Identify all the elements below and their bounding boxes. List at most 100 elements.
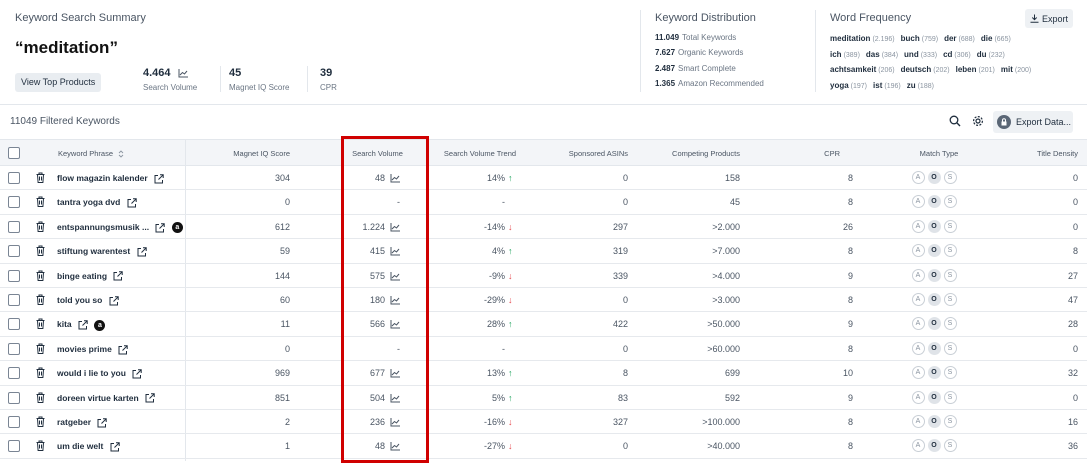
external-link-icon[interactable] — [145, 393, 155, 403]
match-type-a[interactable]: A — [911, 195, 925, 209]
line-chart-icon[interactable] — [390, 247, 400, 256]
match-type-o[interactable]: O — [927, 244, 941, 258]
trash-icon[interactable] — [36, 270, 45, 281]
match-type-a[interactable]: A — [911, 244, 925, 258]
header-search-volume-trend[interactable]: Search Volume Trend — [430, 149, 530, 158]
select-all-checkbox[interactable] — [8, 147, 20, 159]
search-icon[interactable] — [949, 115, 961, 127]
match-type-o[interactable]: O — [927, 317, 941, 331]
view-top-products-button[interactable]: View Top Products — [15, 73, 102, 92]
row-checkbox[interactable] — [8, 367, 20, 380]
line-chart-icon[interactable] — [390, 393, 400, 403]
row-checkbox[interactable] — [8, 440, 20, 453]
match-type-o[interactable]: O — [927, 415, 941, 428]
row-checkbox[interactable] — [8, 196, 20, 209]
match-type-s[interactable]: S — [943, 244, 957, 258]
match-type-o[interactable]: O — [927, 390, 941, 404]
table-row[interactable]: ratgeber 2 236 -16% ↓ 327 >100.000 8 AOS… — [0, 410, 1087, 435]
match-type-s[interactable]: S — [943, 439, 957, 453]
match-type-a[interactable]: A — [911, 171, 925, 184]
keyword-phrase[interactable]: entspannungsmusik ... a — [57, 222, 183, 234]
external-link-icon[interactable] — [154, 174, 164, 184]
trash-icon[interactable] — [36, 367, 45, 379]
line-chart-icon[interactable] — [390, 369, 400, 378]
match-type-s[interactable]: S — [943, 219, 957, 233]
match-type-s[interactable]: S — [943, 293, 957, 306]
header-search-volume[interactable]: Search Volume — [335, 149, 420, 158]
keyword-phrase[interactable]: stiftung warentest — [57, 246, 147, 257]
match-type-s[interactable]: S — [943, 317, 957, 331]
table-row[interactable]: stiftung warentest 59 415 4% ↑ 319 >7.00… — [0, 239, 1087, 264]
line-chart-icon[interactable] — [390, 222, 400, 232]
trash-icon[interactable] — [36, 245, 45, 257]
match-type-s[interactable]: S — [943, 341, 957, 355]
keyword-phrase[interactable]: um die welt — [57, 441, 120, 452]
keyword-phrase[interactable]: movies prime — [57, 344, 128, 355]
keyword-phrase[interactable]: tantra yoga dvd — [57, 197, 137, 208]
external-link-icon[interactable] — [110, 442, 120, 452]
keyword-phrase[interactable]: would i lie to you — [57, 368, 143, 379]
match-type-a[interactable]: A — [911, 268, 925, 282]
external-link-icon[interactable] — [97, 418, 108, 428]
header-keyword-phrase[interactable]: Keyword Phrase — [58, 149, 124, 158]
match-type-a[interactable]: A — [911, 341, 925, 355]
gear-icon[interactable] — [972, 115, 984, 127]
match-type-s[interactable]: S — [943, 268, 957, 282]
table-row[interactable]: movies prime 0 - - 0 >60.000 8 AOS 0 — [0, 337, 1087, 362]
table-row[interactable]: would i lie to you 969 677 13% ↑ 8 699 1… — [0, 361, 1087, 386]
sort-icon[interactable] — [118, 150, 124, 158]
match-type-o[interactable]: O — [927, 268, 941, 282]
amazon-icon[interactable]: a — [94, 319, 106, 331]
row-checkbox[interactable] — [8, 318, 20, 331]
match-type-o[interactable]: O — [927, 219, 941, 233]
header-cpr[interactable]: CPR — [800, 149, 840, 158]
keyword-phrase[interactable]: doreen virtue karten — [57, 393, 155, 404]
line-chart-icon[interactable] — [390, 174, 400, 183]
line-chart-icon[interactable] — [390, 296, 400, 305]
header-match-type[interactable]: Match Type — [905, 149, 973, 158]
amazon-icon[interactable]: a — [171, 222, 183, 234]
table-row[interactable]: tantra yoga dvd 0 - - 0 45 8 AOS 0 — [0, 190, 1087, 215]
match-type-a[interactable]: A — [911, 219, 925, 233]
table-row[interactable]: flow magazin kalender 304 48 14% ↑ 0 158… — [0, 166, 1087, 191]
trash-icon[interactable] — [36, 196, 45, 208]
line-chart-icon[interactable] — [390, 442, 400, 451]
keyword-phrase[interactable]: binge eating — [57, 271, 124, 282]
table-row[interactable]: kita a 11 566 28% ↑ 422 >50.000 9 AOS 28 — [0, 312, 1087, 337]
row-checkbox[interactable] — [8, 269, 20, 282]
match-type-o[interactable]: O — [927, 341, 941, 355]
external-link-icon[interactable] — [113, 271, 124, 281]
trash-icon[interactable] — [36, 416, 45, 427]
row-checkbox[interactable] — [8, 245, 20, 258]
match-type-a[interactable]: A — [911, 317, 925, 331]
match-type-a[interactable]: A — [911, 293, 925, 306]
header-title-density[interactable]: Title Density — [1010, 149, 1078, 158]
keyword-phrase[interactable]: ratgeber — [57, 417, 108, 428]
trash-icon[interactable] — [36, 392, 45, 403]
keyword-phrase[interactable]: kita a — [57, 319, 106, 331]
row-checkbox[interactable] — [8, 220, 20, 233]
external-link-icon[interactable] — [127, 198, 137, 208]
line-chart-icon[interactable] — [390, 320, 400, 329]
external-link-icon[interactable] — [78, 320, 88, 330]
trash-icon[interactable] — [36, 343, 45, 354]
trash-icon[interactable] — [36, 318, 45, 330]
row-checkbox[interactable] — [8, 172, 20, 184]
trash-icon[interactable] — [36, 294, 45, 305]
match-type-a[interactable]: A — [911, 390, 925, 404]
match-type-o[interactable]: O — [927, 439, 941, 453]
table-row[interactable]: doreen virtue karten 851 504 5% ↑ 83 592… — [0, 386, 1087, 410]
table-row[interactable]: um die welt 1 48 -27% ↓ 0 >40.000 8 AOS … — [0, 434, 1087, 459]
line-chart-icon[interactable] — [390, 271, 400, 281]
trash-icon[interactable] — [36, 221, 45, 232]
match-type-s[interactable]: S — [943, 390, 957, 404]
row-checkbox[interactable] — [8, 416, 20, 428]
line-chart-icon[interactable] — [390, 418, 400, 427]
match-type-o[interactable]: O — [927, 366, 941, 380]
table-row[interactable]: binge eating 144 575 -9% ↓ 339 >4.000 9 … — [0, 264, 1087, 288]
export-button[interactable]: Export — [1025, 9, 1073, 28]
external-link-icon[interactable] — [132, 369, 143, 379]
row-checkbox[interactable] — [8, 342, 20, 355]
row-checkbox[interactable] — [8, 294, 20, 306]
table-row[interactable]: entspannungsmusik ... a 612 1.224 -14% ↓… — [0, 215, 1087, 240]
